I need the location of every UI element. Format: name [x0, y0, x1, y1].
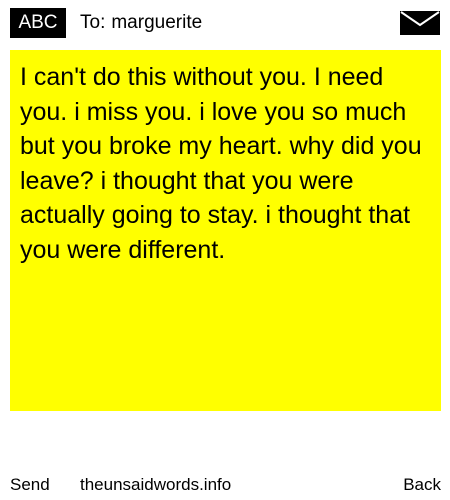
recipient-field[interactable]: To: marguerite — [80, 10, 202, 36]
message-text: I can't do this without you. I need you.… — [20, 63, 422, 264]
envelope-icon — [400, 11, 440, 35]
message-header: ABC To: marguerite — [0, 0, 450, 46]
site-name: theunsaidwords.info — [80, 475, 232, 494]
message-body[interactable]: I can't do this without you. I need you.… — [10, 50, 441, 411]
send-button[interactable]: Send — [10, 474, 50, 496]
input-mode-badge[interactable]: ABC — [10, 8, 66, 38]
to-label: To: — [80, 12, 106, 33]
recipient-name: marguerite — [111, 12, 203, 33]
back-button[interactable]: Back — [403, 474, 441, 496]
